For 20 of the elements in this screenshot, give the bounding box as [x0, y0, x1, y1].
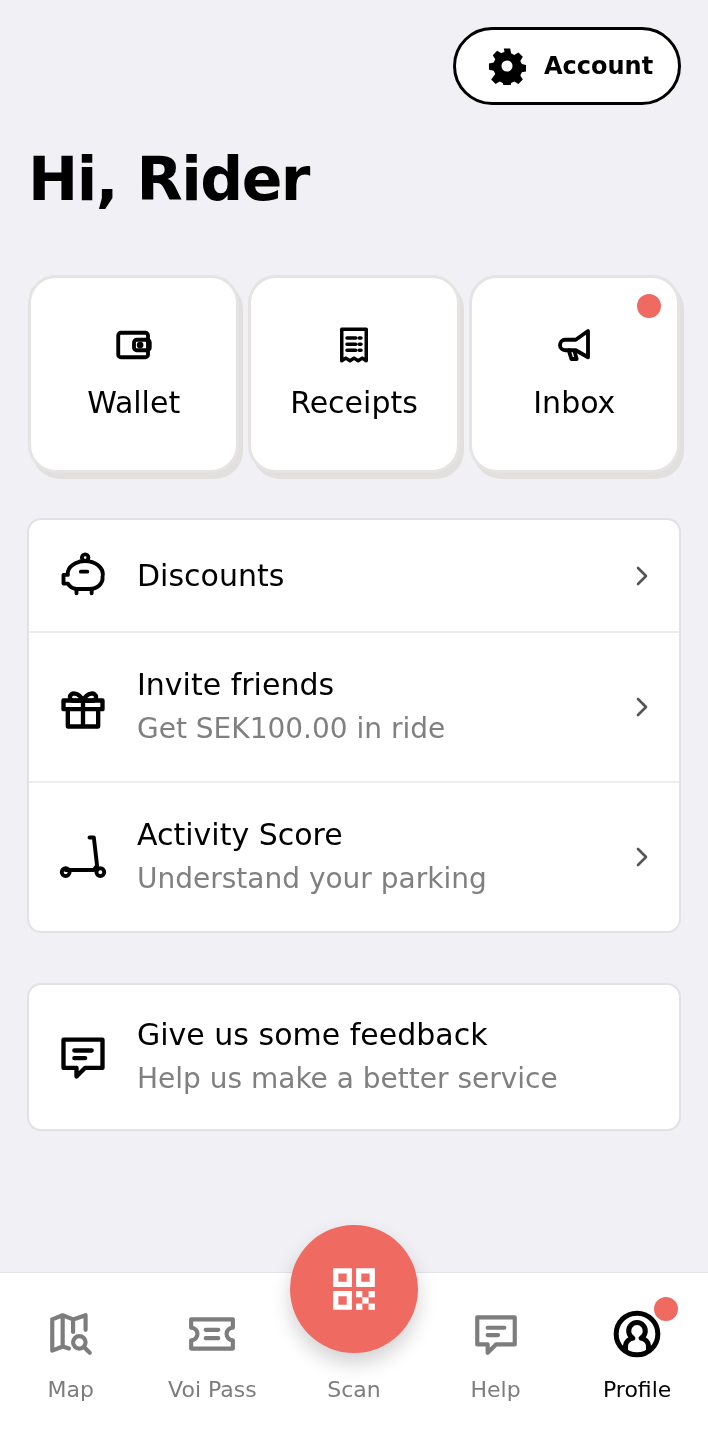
feedback-subtitle: Help us make a better service [137, 1061, 559, 1097]
menu-row[interactable]: Activity Score Understand your parking [29, 781, 679, 931]
profile-icon [612, 1309, 663, 1359]
feedback-card[interactable]: Give us some feedback Help us make a better service [27, 983, 681, 1131]
menu-row[interactable]: Invite friends Get SEK100.00 in ride [29, 631, 679, 781]
row-subtitle: Understand your parking [137, 861, 488, 897]
nav-tab[interactable]: Voi Pass [141, 1273, 284, 1406]
row-title: Activity Score [137, 816, 344, 854]
settings-icon [488, 47, 526, 85]
row-subtitle: Get SEK100.00 in ride [137, 711, 447, 747]
row-title: Discounts [137, 556, 286, 595]
greeting-heading: Hi, Rider [28, 143, 311, 215]
nav-tab[interactable]: Help [424, 1273, 567, 1406]
scan-tab[interactable]: Scan [283, 1225, 425, 1406]
row-title: Invite friends [137, 666, 336, 704]
menu-row[interactable]: Discounts [29, 520, 679, 631]
feedback-title: Give us some feedback [137, 1016, 489, 1054]
nav-tab[interactable]: Map [0, 1273, 142, 1406]
account-button[interactable]: Account [453, 27, 681, 105]
nav-tab[interactable]: Profile [566, 1273, 708, 1406]
